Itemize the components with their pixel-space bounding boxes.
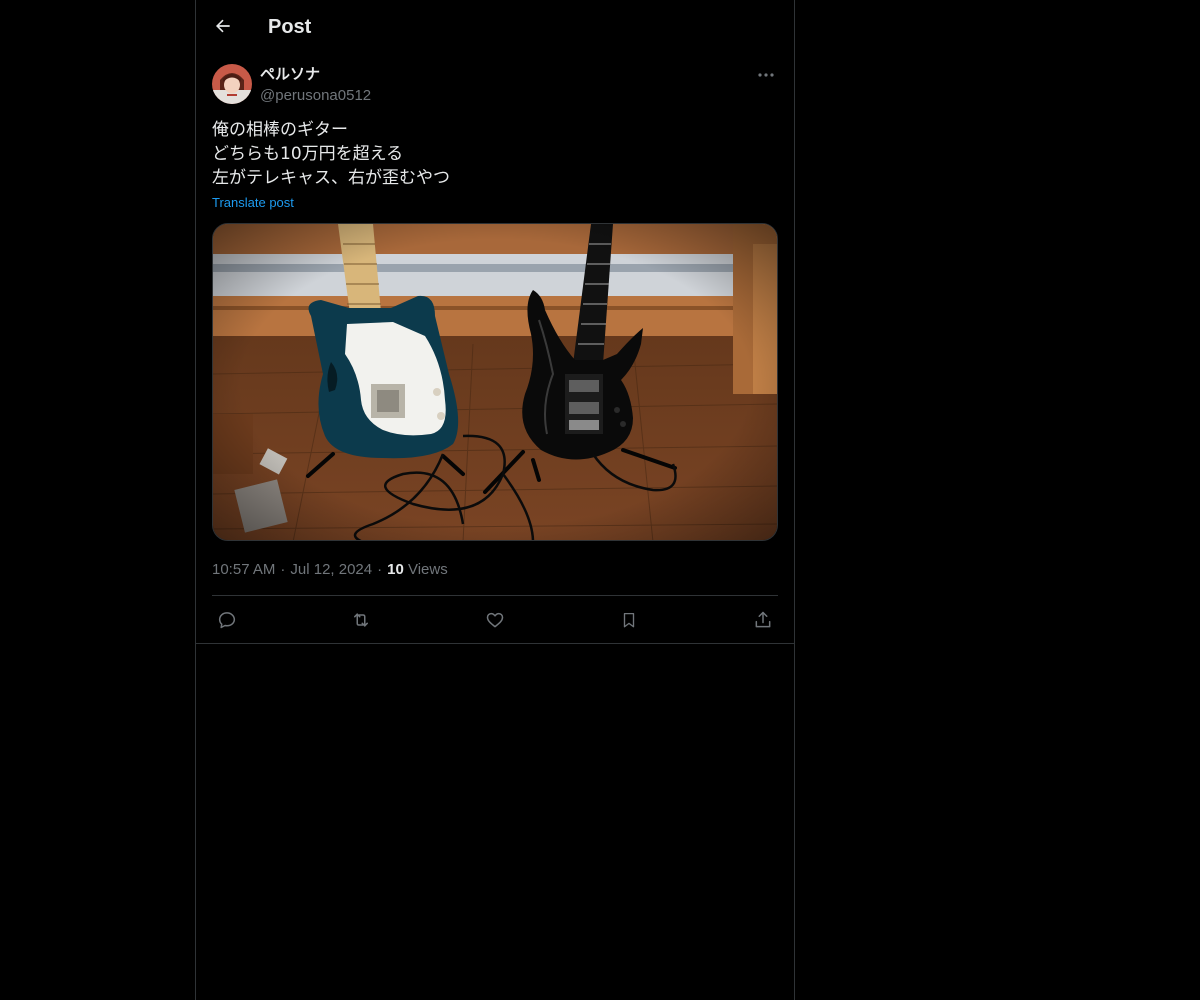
- translate-post-link[interactable]: Translate post: [212, 194, 294, 212]
- share-button[interactable]: [748, 607, 778, 633]
- repost-icon: [354, 613, 368, 627]
- meta-separator: ·: [377, 561, 383, 578]
- like-button[interactable]: [480, 607, 510, 633]
- post-actions: [212, 597, 778, 643]
- more-options-button[interactable]: [754, 64, 778, 86]
- views-count: 10: [387, 561, 404, 578]
- author-handle[interactable]: @perusona0512: [260, 86, 371, 106]
- post-time[interactable]: 10:57 AM: [212, 561, 275, 578]
- bookmark-icon: [623, 612, 635, 628]
- reply-button[interactable]: [212, 607, 242, 633]
- avatar[interactable]: [212, 64, 252, 104]
- heart-icon: [486, 612, 504, 628]
- post-author: ペルソナ @perusona0512: [212, 64, 778, 106]
- views-label: Views: [407, 561, 448, 578]
- post-metadata: 10:57 AM · Jul 12, 2024 · 10 Views: [212, 560, 448, 580]
- divider: [212, 595, 778, 596]
- avatar-image: [212, 64, 252, 104]
- photo-two-guitars: [213, 224, 777, 540]
- more-horizontal-icon: [758, 73, 774, 77]
- post-line: どちらも10万円を超える: [212, 144, 404, 164]
- reply-icon: [218, 612, 236, 629]
- post-line: 左がテレキャス、右が歪むやつ: [212, 168, 450, 188]
- post-line: 俺の相棒のギター: [212, 120, 348, 140]
- post-photo[interactable]: [212, 223, 778, 541]
- page-title: Post: [268, 16, 312, 38]
- back-button[interactable]: [208, 11, 238, 41]
- author-display-name[interactable]: ペルソナ: [260, 65, 320, 85]
- meta-separator: ·: [280, 561, 286, 578]
- top-bar: Post: [196, 0, 794, 53]
- arrow-left-icon: [216, 19, 230, 33]
- primary-column: Post ペルソナ @perusona0512 俺の相棒のギター どちらも10万…: [195, 0, 795, 1000]
- repost-button[interactable]: [346, 607, 376, 633]
- post-date[interactable]: Jul 12, 2024: [290, 561, 372, 578]
- bookmark-button[interactable]: [614, 607, 644, 633]
- divider: [196, 643, 794, 644]
- share-icon: [755, 611, 771, 628]
- post-body: 俺の相棒のギター どちらも10万円を超える 左がテレキャス、右が歪むやつ: [212, 118, 778, 190]
